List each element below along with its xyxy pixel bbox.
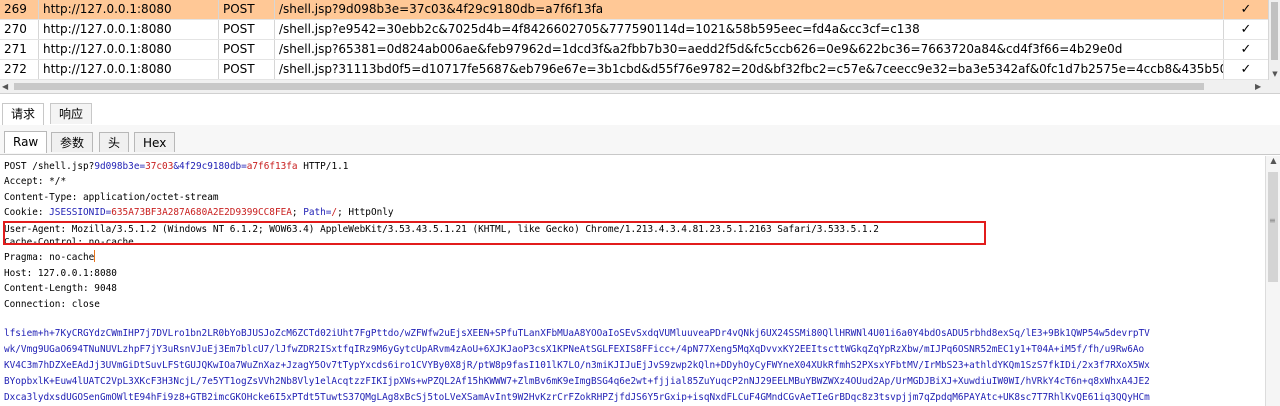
header-host: Host: 127.0.0.1:8080	[4, 268, 117, 279]
history-vertical-scrollbar[interactable]: ▼	[1268, 0, 1280, 80]
row-check-icon: ✓	[1223, 0, 1268, 19]
row-host: http://127.0.0.1:8080	[38, 40, 218, 59]
table-row[interactable]: 272 http://127.0.0.1:8080 POST /shell.js…	[0, 60, 1268, 80]
request-body-line: wk/Vmg9UGaO694TNuNUVLzhpF7jY3uRsnVJuEj3E…	[4, 344, 1145, 355]
request-method-path: POST /shell.jsp?	[4, 161, 95, 172]
param-value: a7f6f13fa	[246, 161, 298, 172]
view-tabs: Raw 参数 头 Hex	[0, 125, 1280, 155]
scroll-down-arrow-icon[interactable]: ▼	[1269, 70, 1280, 78]
request-body-line: KV4C3m7hDZXeEAdJj3UVmGiDtSuvLFStGUJQKwIO…	[4, 360, 1150, 371]
row-number: 270	[4, 22, 27, 36]
cookie-name: JSESSIONID	[49, 207, 106, 218]
row-check-icon: ✓	[1223, 60, 1268, 79]
scroll-thumb[interactable]	[1271, 2, 1278, 60]
table-row[interactable]: 271 http://127.0.0.1:8080 POST /shell.js…	[0, 40, 1268, 60]
param-value: 37c03	[145, 161, 174, 172]
tab-response[interactable]: 响应	[50, 103, 93, 124]
row-number: 269	[4, 2, 27, 16]
user-agent-highlight-box	[3, 221, 986, 245]
scroll-grip-icon: ≡	[1269, 216, 1276, 225]
param-name: 9d098b3e	[94, 161, 140, 172]
http-version: HTTP/1.1	[297, 161, 349, 172]
message-tabs: 请求 响应	[0, 103, 1280, 126]
cookie-prefix: Cookie:	[4, 207, 50, 218]
editor-vertical-scrollbar[interactable]: ▲ ≡	[1265, 156, 1280, 406]
tab-hex[interactable]: Hex	[134, 132, 176, 152]
cookie-suffix: ; HttpOnly	[337, 207, 394, 218]
table-row[interactable]: 270 http://127.0.0.1:8080 POST /shell.js…	[0, 20, 1268, 40]
tab-headers[interactable]: 头	[99, 132, 130, 152]
request-body-line: lfsiem+h+7KyCRGYdzCWmIHP7j7DVLro1bn2LR0b…	[4, 328, 1150, 339]
scroll-right-arrow-icon[interactable]: ▶	[1255, 80, 1261, 94]
header-pragma: Pragma: no-cache	[4, 250, 96, 265]
row-method: POST	[218, 0, 274, 19]
row-host: http://127.0.0.1:8080	[38, 0, 218, 19]
pragma-text: Pragma: no-cache	[4, 252, 95, 263]
row-check-icon: ✓	[1223, 20, 1268, 39]
cookie-separator: ;	[291, 207, 304, 218]
tab-params[interactable]: 参数	[51, 132, 94, 152]
row-url: /shell.jsp?9d098b3e=37c03&4f29c9180db=a7…	[274, 0, 1223, 19]
header-accept: Accept: */*	[4, 176, 67, 187]
scroll-up-arrow-icon[interactable]: ▲	[1266, 156, 1280, 165]
row-host: http://127.0.0.1:8080	[38, 20, 218, 39]
header-cookie: Cookie: JSESSIONID=635A73BF3A287A680A2E2…	[4, 205, 394, 220]
header-content-length: Content-Length: 9048	[4, 283, 117, 294]
scroll-left-arrow-icon[interactable]: ◀	[2, 80, 8, 94]
row-url: /shell.jsp?65381=0d824ab006ae&feb97962d=…	[274, 40, 1223, 59]
request-body-line: Dxca3lydxsdUGOSenGmOWltE94hFi9z8+GTB2imc…	[4, 392, 1150, 403]
history-table: 269 http://127.0.0.1:8080 POST /shell.js…	[0, 0, 1268, 81]
row-method: POST	[218, 60, 274, 79]
request-body-line: BYopbxlK+Euw4lUATC2VpL3XKcF3H3NcjL/7e5YT…	[4, 376, 1150, 387]
row-number: 271	[4, 42, 27, 56]
tab-raw[interactable]: Raw	[4, 131, 48, 153]
header-connection: Connection: close	[4, 299, 100, 310]
row-check-icon: ✓	[1223, 40, 1268, 59]
row-method: POST	[218, 20, 274, 39]
text-cursor	[94, 250, 96, 262]
cookie-value: 635A73BF3A287A680A2E2D9399CC8FEA	[111, 207, 292, 218]
scroll-thumb[interactable]	[1268, 172, 1278, 282]
history-horizontal-scrollbar[interactable]: ◀ ▶	[0, 80, 1280, 94]
header-content-type: Content-Type: application/octet-stream	[4, 192, 219, 203]
row-url: /shell.jsp?31113bd0f5=d10717fe5687&eb796…	[274, 60, 1223, 79]
row-method: POST	[218, 40, 274, 59]
row-url: /shell.jsp?e9542=30ebb2c&7025d4b=4f84266…	[274, 20, 1223, 39]
tab-request[interactable]: 请求	[2, 103, 45, 126]
row-number: 272	[4, 62, 27, 76]
cookie-name: Path	[303, 207, 326, 218]
row-host: http://127.0.0.1:8080	[38, 60, 218, 79]
table-row[interactable]: 269 http://127.0.0.1:8080 POST /shell.js…	[0, 0, 1268, 20]
param-name: 4f29c9180db	[179, 161, 242, 172]
request-line: POST /shell.jsp?9d098b3e=37c03&4f29c9180…	[4, 159, 348, 174]
raw-request-editor[interactable]: POST /shell.jsp?9d098b3e=37c03&4f29c9180…	[0, 156, 1265, 406]
scroll-thumb[interactable]	[14, 83, 1204, 90]
